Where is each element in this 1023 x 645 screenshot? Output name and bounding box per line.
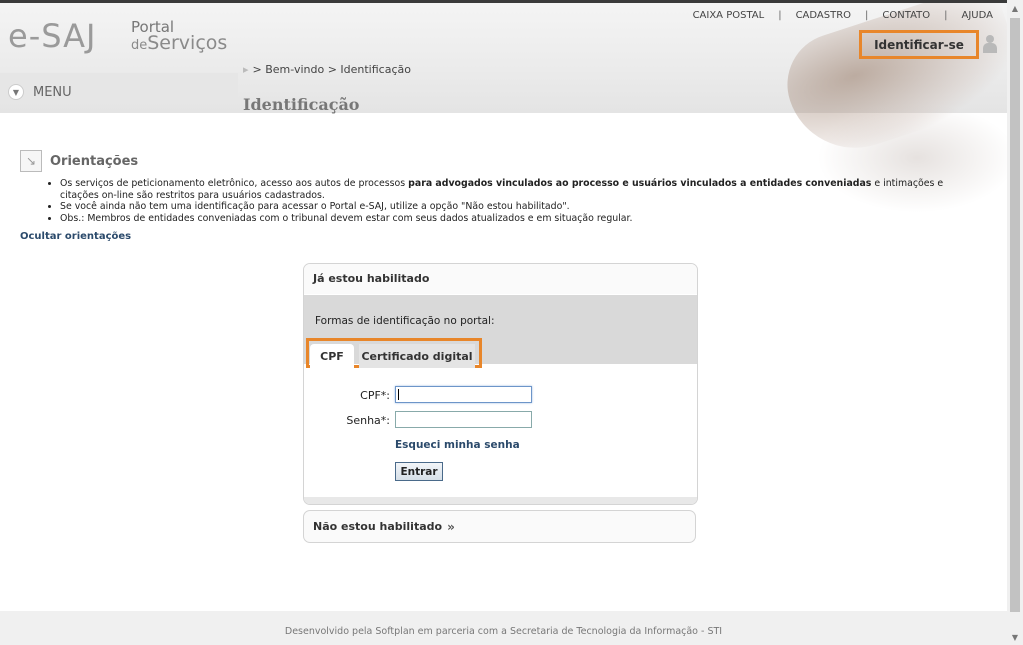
link-cadastro[interactable]: CADASTRO bbox=[782, 10, 865, 21]
page-title: Identificação bbox=[243, 95, 360, 114]
orientacao-item: Se você ainda não tem uma identificação … bbox=[60, 201, 980, 213]
link-contato[interactable]: CONTATO bbox=[868, 10, 944, 21]
link-ajuda[interactable]: AJUDA bbox=[948, 10, 993, 21]
identificar-se-button[interactable]: Identificar-se bbox=[859, 30, 979, 59]
esqueci-senha-link[interactable]: Esqueci minha senha bbox=[395, 439, 520, 451]
tab-cpf[interactable]: CPF bbox=[310, 344, 354, 368]
login-tabs: CPF Certificado digital bbox=[306, 338, 482, 368]
login-box-title: Já estou habilitado bbox=[304, 264, 697, 294]
scrollbar-thumb[interactable] bbox=[1010, 18, 1020, 612]
entrar-button[interactable]: Entrar bbox=[395, 462, 443, 481]
top-links: CAIXA POSTAL | CADASTRO | CONTATO | AJUDA bbox=[679, 10, 993, 21]
logo-servicos-line: deServiços bbox=[131, 32, 228, 54]
chevron-down-icon: ▼ bbox=[8, 84, 24, 100]
scroll-down-icon[interactable]: ▼ bbox=[1007, 629, 1023, 645]
logo-esaj-text: e-SAJ bbox=[8, 17, 97, 55]
nao-estou-habilitado-label: Não estou habilitado bbox=[313, 520, 443, 533]
double-chevron-right-icon: » bbox=[447, 519, 455, 534]
senha-input[interactable] bbox=[395, 411, 532, 428]
footer-text: Desenvolvido pela Softplan em parceria c… bbox=[284, 626, 723, 637]
nao-estou-habilitado-toggle[interactable]: Não estou habilitado » bbox=[303, 510, 696, 543]
tab-certificado-digital[interactable]: Certificado digital bbox=[359, 344, 475, 368]
senha-label: Senha*: bbox=[346, 414, 390, 427]
orientacoes-list: Os serviços de peticionamento eletrônico… bbox=[20, 178, 980, 224]
logo-de: de bbox=[131, 38, 148, 53]
formas-label: Formas de identificação no portal: bbox=[315, 315, 495, 327]
orientacao-item: Obs.: Membros de entidades conveniadas c… bbox=[60, 213, 980, 225]
login-box: Já estou habilitado Formas de identifica… bbox=[303, 263, 698, 505]
footer: Desenvolvido pela Softplan em parceria c… bbox=[0, 611, 1007, 645]
menu-label: MENU bbox=[33, 84, 72, 100]
orientacao-item: Os serviços de peticionamento eletrônico… bbox=[60, 178, 980, 201]
esaj-logo[interactable]: e-SAJ Portal deServiços bbox=[8, 17, 227, 57]
login-box-footer bbox=[304, 497, 697, 504]
orientacoes-section: ↘ Orientações Os serviços de peticioname… bbox=[20, 150, 980, 224]
orientacoes-title: Orientações bbox=[50, 153, 139, 169]
identification-methods-panel: Formas de identificação no portal: CPF C… bbox=[304, 295, 697, 368]
logo-portal-text: Portal deServiços bbox=[131, 19, 227, 54]
ocultar-orientacoes-link[interactable]: Ocultar orientações bbox=[20, 231, 131, 242]
cpf-input[interactable] bbox=[395, 386, 532, 403]
vertical-scrollbar[interactable]: ▲ ▼ bbox=[1007, 0, 1023, 645]
breadcrumb-text[interactable]: > Bem-vindo > Identificação bbox=[253, 63, 411, 76]
scroll-up-icon[interactable]: ▲ bbox=[1007, 0, 1023, 16]
cpf-label: CPF*: bbox=[360, 389, 390, 402]
breadcrumb-arrow-icon: ▸ bbox=[243, 63, 249, 76]
arrow-down-right-icon: ↘ bbox=[20, 150, 42, 172]
user-icon[interactable] bbox=[983, 35, 997, 53]
logo-servicos: Serviços bbox=[147, 32, 228, 54]
menu-button[interactable]: ▼ MENU bbox=[8, 84, 72, 100]
link-caixa-postal[interactable]: CAIXA POSTAL bbox=[679, 10, 779, 21]
breadcrumb: ▸ > Bem-vindo > Identificação bbox=[243, 63, 411, 76]
